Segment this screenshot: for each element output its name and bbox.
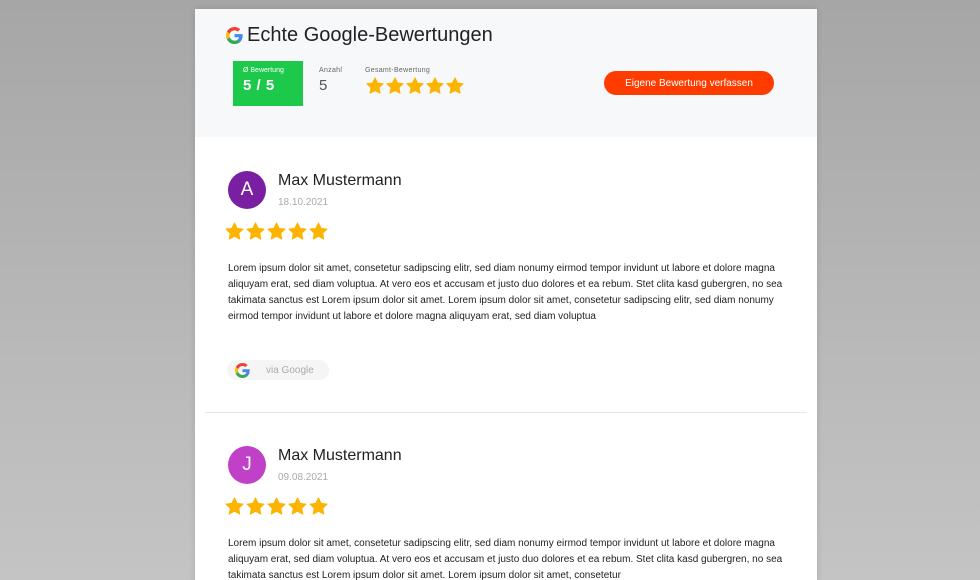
review-text: Lorem ipsum dolor sit amet, consetetur s… [228, 538, 783, 580]
source-label: via Google [266, 364, 314, 376]
star-icon [246, 222, 265, 240]
widget-title: Echte Google-Bewertungen [226, 23, 493, 47]
avatar: A [228, 171, 266, 209]
review-author: Max Mustermann [278, 447, 402, 464]
star-icon [246, 497, 265, 515]
overall-rating-label: Gesamt-Bewertung [365, 67, 431, 74]
review-date: 09.08.2021 [278, 472, 329, 483]
star-icon [267, 497, 286, 515]
source-badge[interactable]: via Google [227, 360, 329, 380]
review-text: Lorem ipsum dolor sit amet, consetetur s… [228, 263, 783, 322]
review-count: Anzahl 5 [319, 66, 342, 94]
star-icon [225, 222, 244, 240]
star-icon [309, 497, 328, 515]
average-rating-value: 5 / 5 [243, 77, 275, 94]
review-stars [224, 221, 329, 242]
star-icon [426, 77, 444, 94]
star-icon [446, 77, 464, 94]
widget-title-text: Echte Google-Bewertungen [247, 23, 493, 46]
average-rating-badge: Ø Bewertung 5 / 5 [233, 61, 303, 106]
star-icon [267, 222, 286, 240]
google-icon [235, 362, 250, 378]
average-rating-label: Ø Bewertung [243, 67, 284, 74]
star-icon [225, 497, 244, 515]
write-review-button[interactable]: Eigene Bewertung verfassen [604, 71, 774, 95]
review-count-value: 5 [319, 77, 328, 94]
review-count-label: Anzahl [319, 67, 343, 74]
star-icon [386, 77, 404, 94]
reviews-widget: Echte Google-Bewertungen Ø Bewertung 5 /… [195, 9, 817, 580]
avatar: J [228, 446, 266, 484]
review-stars [224, 496, 329, 517]
star-icon [366, 77, 384, 94]
star-icon [406, 77, 424, 94]
review-date: 18.10.2021 [278, 197, 329, 208]
google-icon [226, 26, 243, 44]
review-author: Max Mustermann [278, 172, 402, 189]
reviews-header: Echte Google-Bewertungen Ø Bewertung 5 /… [195, 9, 817, 137]
overall-rating: Gesamt-Bewertung [365, 66, 465, 96]
star-icon [288, 222, 307, 240]
review-divider [205, 412, 807, 413]
overall-rating-stars [365, 76, 465, 96]
star-icon [309, 222, 328, 240]
star-icon [288, 497, 307, 515]
